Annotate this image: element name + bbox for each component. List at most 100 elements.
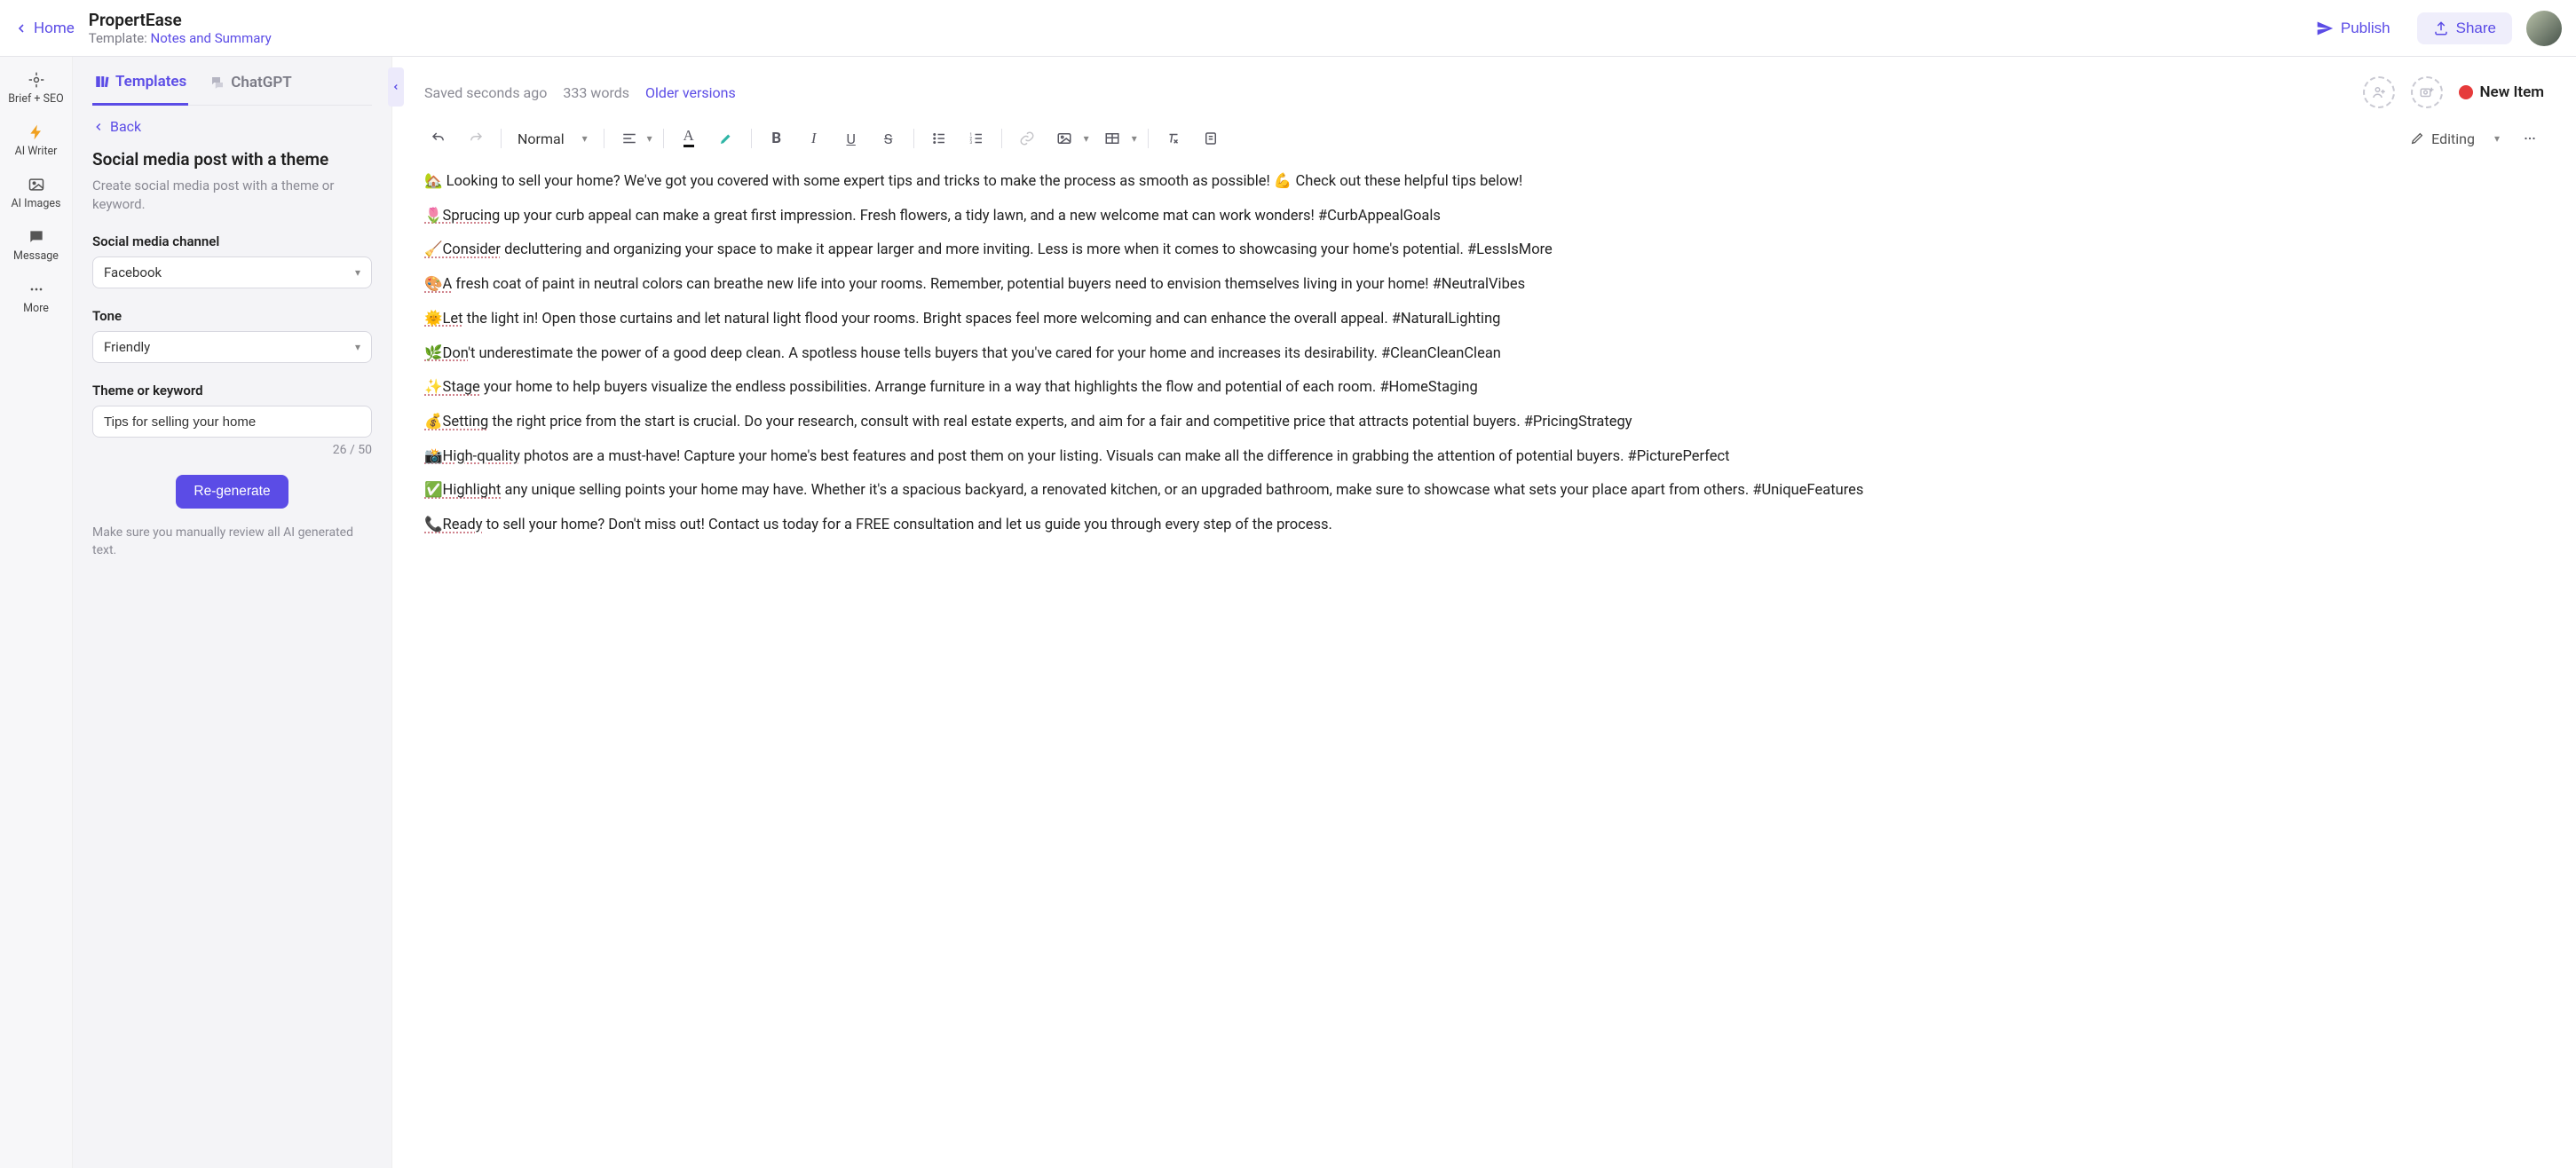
rail-message[interactable]: Message — [0, 228, 72, 263]
underline-button[interactable]: U — [837, 124, 865, 153]
bold-button[interactable]: B — [763, 124, 791, 153]
rail-ai-writer[interactable]: AI Writer — [0, 123, 72, 158]
add-user-button[interactable] — [2363, 76, 2395, 108]
clear-format-button[interactable] — [1159, 124, 1188, 153]
text: decluttering and organizing your space t… — [501, 241, 1553, 258]
strike-button[interactable]: S — [874, 124, 903, 153]
status-dot-icon — [2459, 85, 2473, 99]
back-button[interactable]: Back — [92, 106, 372, 147]
underline-icon: U — [846, 130, 855, 147]
label-tone: Tone — [92, 308, 372, 324]
template-line: Template: Notes and Summary — [89, 30, 272, 46]
home-label: Home — [34, 20, 75, 37]
theme-input[interactable] — [92, 406, 372, 438]
paragraph: 📞Ready to sell your home? Don't miss out… — [424, 514, 2517, 538]
share-button[interactable]: Share — [2417, 12, 2512, 44]
separator — [1001, 129, 1002, 148]
rail-more[interactable]: More — [0, 280, 72, 315]
document-title: PropertEase — [89, 10, 272, 30]
redo-button[interactable] — [462, 124, 490, 153]
tab-templates[interactable]: Templates — [92, 64, 188, 106]
document-body[interactable]: 🏡 Looking to sell your home? We've got y… — [424, 170, 2544, 548]
separator — [501, 129, 502, 148]
saved-status: Saved seconds ago — [424, 84, 547, 101]
template-name[interactable]: Notes and Summary — [151, 30, 272, 46]
italic-button[interactable]: I — [800, 124, 828, 153]
more-button[interactable] — [2516, 124, 2544, 153]
table-button[interactable] — [1098, 124, 1126, 153]
collapse-panel-button[interactable] — [388, 67, 404, 107]
select-tone-value: Friendly — [104, 339, 150, 355]
text: the light in! Open those curtains and le… — [463, 311, 1501, 328]
side-panel: Templates ChatGPT Back Social media post… — [73, 57, 392, 1168]
label-channel: Social media channel — [92, 233, 372, 249]
share-label: Share — [2456, 20, 2496, 37]
undo-button[interactable] — [424, 124, 453, 153]
image-icon — [1056, 130, 1072, 146]
paragraph: 🌿Don't underestimate the power of a good… — [424, 343, 2517, 367]
numbered-list-icon: 123 — [968, 130, 984, 146]
rail-label: Brief + SEO — [8, 92, 63, 106]
chevron-left-icon — [92, 121, 105, 133]
link-button[interactable] — [1013, 124, 1041, 153]
avatar[interactable] — [2526, 11, 2562, 46]
panel-heading: Social media post with a theme — [92, 149, 372, 170]
spell-marked: ✅Highlight — [424, 482, 501, 499]
publish-button[interactable]: Publish — [2303, 12, 2403, 44]
image-button[interactable] — [1050, 124, 1079, 153]
tab-chatgpt-label: ChatGPT — [231, 74, 291, 91]
rail-label: AI Writer — [15, 145, 58, 158]
format-value: Normal — [518, 130, 565, 147]
separator — [913, 129, 914, 148]
older-versions-link[interactable]: Older versions — [645, 84, 736, 101]
review-hint: Make sure you manually review all AI gen… — [92, 525, 372, 559]
spell-marked: 🎨A — [424, 276, 452, 293]
publish-label: Publish — [2341, 20, 2390, 37]
back-label: Back — [110, 118, 141, 135]
add-media-button[interactable] — [2411, 76, 2443, 108]
spell-marked: 🧹Consider — [424, 241, 501, 258]
chevron-down-icon[interactable]: ▾ — [1132, 132, 1137, 145]
highlighter-icon — [718, 130, 734, 146]
camera-plus-icon — [2419, 84, 2435, 100]
italic-icon: I — [811, 130, 817, 147]
chat-bubbles-icon — [209, 75, 225, 91]
chevron-down-icon[interactable]: ▾ — [647, 132, 652, 145]
bullet-list-button[interactable] — [925, 124, 953, 153]
send-icon — [2316, 20, 2334, 37]
image-icon — [28, 176, 45, 193]
editor: Saved seconds ago 333 words Older versio… — [392, 57, 2576, 1168]
user-plus-icon — [2371, 84, 2387, 100]
tab-chatgpt[interactable]: ChatGPT — [208, 64, 293, 105]
notes-button[interactable] — [1197, 124, 1225, 153]
numbered-list-button[interactable]: 123 — [962, 124, 991, 153]
select-channel-value: Facebook — [104, 264, 162, 280]
paragraph: 🏡 Looking to sell your home? We've got y… — [424, 170, 2517, 194]
paragraph: 🌷Sprucing up your curb appeal can make a… — [424, 205, 2517, 229]
rail-brief-seo[interactable]: Brief + SEO — [0, 71, 72, 106]
regenerate-button[interactable]: Re-generate — [176, 475, 288, 509]
spell-marked: 📸High-quality — [424, 448, 520, 465]
text: your home to help buyers visualize the e… — [480, 379, 1478, 396]
paragraph: 📸High-quality photos are a must-have! Ca… — [424, 446, 2517, 470]
align-button[interactable] — [615, 124, 644, 153]
editor-toolbar: Normal ▾ ▾ A B I U S 123 — [424, 124, 2544, 153]
title-block: PropertEase Template: Notes and Summary — [89, 10, 272, 46]
editing-mode-select[interactable]: Editing ▾ — [2410, 130, 2500, 147]
text: any unique selling points your home may … — [501, 482, 1863, 499]
spell-marked: 📞Ready — [424, 517, 483, 533]
text: up your curb appeal can make a great fir… — [500, 208, 1441, 225]
select-tone[interactable]: Friendly ▾ — [92, 331, 372, 363]
text-color-button[interactable]: A — [675, 124, 703, 153]
rail-ai-images[interactable]: AI Images — [0, 176, 72, 210]
char-count: 26 / 50 — [92, 443, 372, 457]
chevron-down-icon[interactable]: ▾ — [1084, 132, 1089, 145]
paragraph: 🌞Let the light in! Open those curtains a… — [424, 308, 2517, 332]
new-item-indicator[interactable]: New Item — [2459, 83, 2544, 101]
paragraph: ✅Highlight any unique selling points you… — [424, 479, 2517, 503]
highlight-button[interactable] — [712, 124, 740, 153]
paragraph-format-select[interactable]: Normal ▾ — [512, 130, 593, 147]
spell-marked: ✨Stage — [424, 379, 480, 396]
home-link[interactable]: Home — [14, 20, 75, 37]
select-channel[interactable]: Facebook ▾ — [92, 256, 372, 288]
